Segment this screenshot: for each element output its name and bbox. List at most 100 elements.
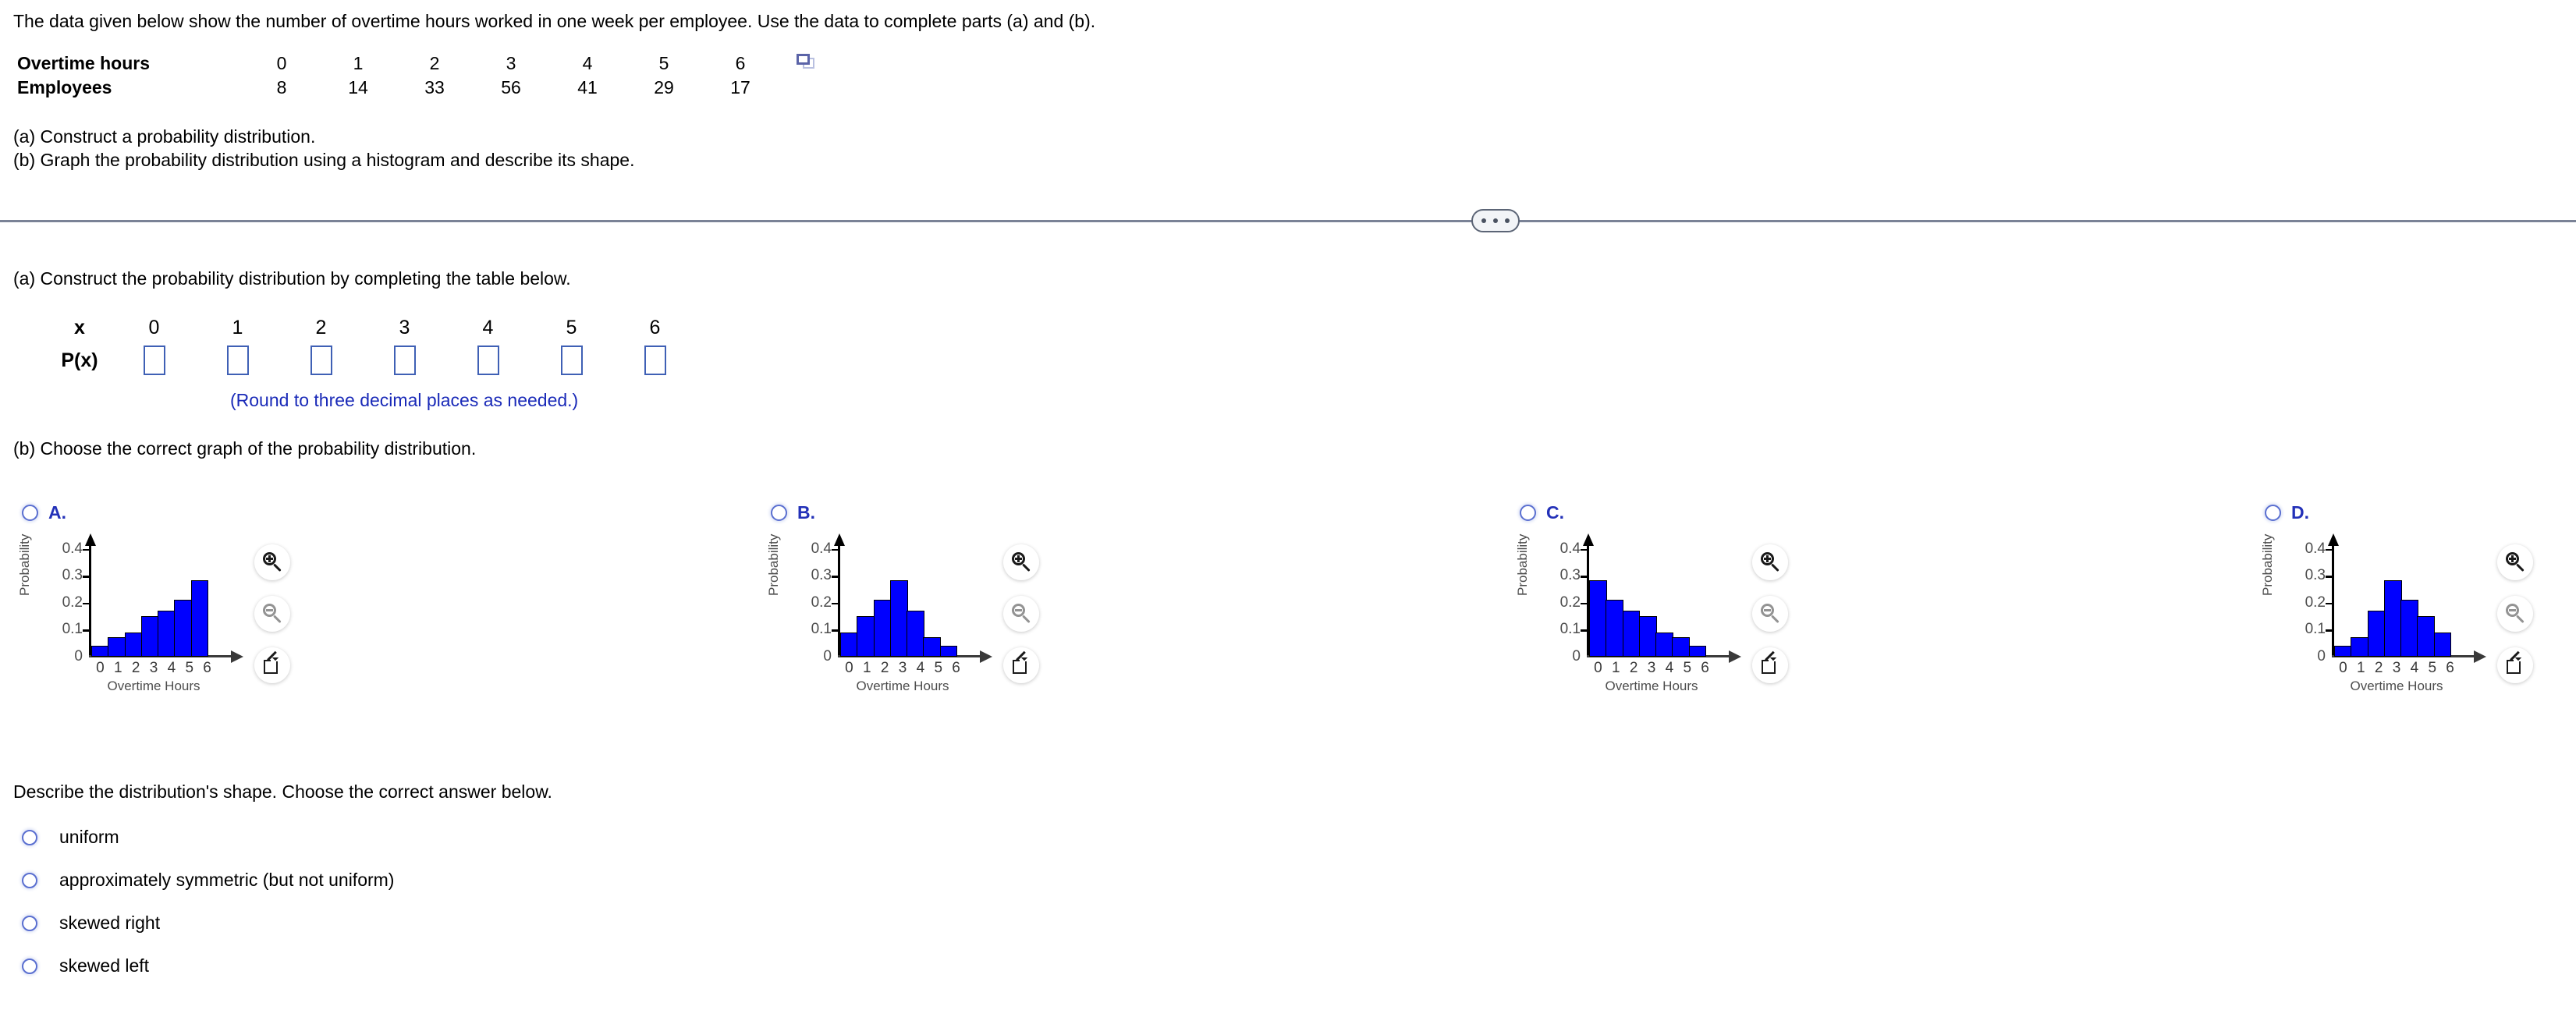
dot-icon <box>1505 218 1510 223</box>
shape-option-3[interactable]: skewed left <box>22 955 149 976</box>
bar-0 <box>2334 646 2352 657</box>
table-row-px: P(x) <box>47 342 697 379</box>
choice-letter-c: C. <box>1546 502 1564 523</box>
zoom-in-button[interactable] <box>254 544 290 580</box>
bar-2 <box>1622 611 1641 657</box>
radio-shape-option-1[interactable] <box>22 872 37 888</box>
zoom-in-button[interactable] <box>1752 544 1788 580</box>
x-tick-label: 2 <box>880 660 889 676</box>
y-tick-label: 0.1 <box>2305 621 2326 638</box>
open-in-new-window-icon <box>2507 650 2525 675</box>
bar-series <box>840 538 965 657</box>
row-label-employees: Employees <box>17 77 112 97</box>
bar-0 <box>840 632 858 657</box>
x-axis-arrow-icon <box>980 650 992 663</box>
radio-choice-c[interactable] <box>1520 505 1536 521</box>
zoom-in-button[interactable] <box>2497 544 2533 580</box>
open-in-new-window-button[interactable] <box>1752 647 1788 683</box>
px-input-6[interactable] <box>644 345 666 375</box>
bar-6 <box>1688 646 1707 657</box>
part-b-prompt: (b) Graph the probability distribution u… <box>13 150 635 171</box>
open-in-new-window-button[interactable] <box>254 647 290 683</box>
employees-value: 17 <box>730 77 750 97</box>
zoom-out-button[interactable] <box>2497 596 2533 632</box>
employees-value: 56 <box>501 77 521 97</box>
y-tick-label: 0.2 <box>1559 594 1581 611</box>
radio-choice-d[interactable] <box>2265 505 2281 521</box>
y-tick-mark <box>832 602 839 605</box>
open-in-new-window-button[interactable] <box>2497 647 2533 683</box>
zoom-in-icon <box>1012 552 1032 572</box>
radio-choice-a[interactable] <box>22 505 38 521</box>
y-axis-ticks: 0 0.1 0.2 0.3 0.4 <box>34 529 83 700</box>
y-tick-label: 0.3 <box>1559 567 1581 584</box>
x-axis-arrow-icon <box>1729 650 1741 663</box>
given-data-table: Overtime hours 0 1 2 3 4 5 6 Employees 8… <box>17 51 833 100</box>
px-input-5[interactable] <box>560 345 583 375</box>
px-input-2[interactable] <box>310 345 332 375</box>
x-tick-label: 2 <box>1629 660 1638 676</box>
y-tick-mark <box>1581 602 1588 605</box>
x-tick-label: 0 <box>1594 660 1602 676</box>
graph-tools <box>1752 544 1796 699</box>
bar-2 <box>873 600 892 657</box>
radio-shape-option-0[interactable] <box>22 829 37 845</box>
employees-value: 33 <box>424 77 445 97</box>
zoom-out-button[interactable] <box>254 596 290 632</box>
px-input-1[interactable] <box>226 345 249 375</box>
choice-header-a: A. <box>22 502 66 523</box>
empty-cell <box>779 76 833 100</box>
y-axis-label: Probability <box>17 533 32 596</box>
x-axis-arrow-icon <box>231 650 243 663</box>
row-label-x: x <box>74 316 85 338</box>
copy-to-spreadsheet-button[interactable] <box>779 51 833 76</box>
shape-question-instruction: Describe the distribution's shape. Choos… <box>13 781 552 802</box>
y-tick-mark <box>832 548 839 551</box>
row-label-overtime-hours: Overtime hours <box>17 53 150 73</box>
choice-header-d: D. <box>2265 502 2309 523</box>
y-tick-mark <box>83 576 90 578</box>
y-tick-label: 0.3 <box>811 567 832 584</box>
overtime-hours-value: 4 <box>582 53 593 73</box>
bar-3 <box>2383 579 2402 657</box>
px-input-0[interactable] <box>143 345 165 375</box>
graph-tools <box>254 544 298 699</box>
radio-choice-b[interactable] <box>771 505 787 521</box>
bar-1 <box>857 616 875 657</box>
table-row-employees: Employees 8 14 33 56 41 29 17 <box>17 76 833 100</box>
px-input-3[interactable] <box>393 345 416 375</box>
y-tick-mark <box>2326 548 2333 551</box>
zoom-in-button[interactable] <box>1003 544 1039 580</box>
employees-value: 8 <box>276 77 287 97</box>
shape-option-2[interactable]: skewed right <box>22 912 160 934</box>
x-axis-ticks: 0123456 <box>2334 660 2459 677</box>
problem-statement: The data given below show the number of … <box>13 11 1096 31</box>
y-axis-ticks: 0 0.1 0.2 0.3 0.4 <box>2277 529 2326 700</box>
row-label-px: P(x) <box>61 349 98 371</box>
x-axis-ticks: 0123456 <box>1589 660 1714 677</box>
choice-header-c: C. <box>1520 502 1564 523</box>
overtime-hours-value: 0 <box>276 53 287 73</box>
open-in-new-window-button[interactable] <box>1003 647 1039 683</box>
x-value: 5 <box>566 316 577 338</box>
choice-header-b: B. <box>771 502 815 523</box>
graph-choice-a: A. Probability 0 0.1 0.2 0.3 0.4 0 1 2 3 4 5 6 Overtim… <box>0 499 749 741</box>
divider-more-button[interactable] <box>1471 209 1520 232</box>
y-tick-label: 0.2 <box>62 594 83 611</box>
x-axis-arrow-icon <box>2474 650 2486 663</box>
zoom-out-button[interactable] <box>1003 596 1039 632</box>
radio-shape-option-2[interactable] <box>22 915 37 931</box>
y-axis-ticks: 0 0.1 0.2 0.3 0.4 <box>1532 529 1581 700</box>
choice-letter-a: A. <box>48 502 66 523</box>
shape-option-0[interactable]: uniform <box>22 827 119 848</box>
histogram-b: Probability 0 0.1 0.2 0.3 0.4 0 1 2 3 4 5 6 Overtime … <box>766 529 1301 732</box>
radio-shape-option-3[interactable] <box>22 958 37 974</box>
px-input-4[interactable] <box>477 345 499 375</box>
y-tick-label: 0.2 <box>811 594 832 611</box>
copy-icon[interactable] <box>797 54 815 69</box>
bar-1 <box>108 636 126 657</box>
zoom-in-icon <box>2506 552 2526 572</box>
shape-option-1[interactable]: approximately symmetric (but not uniform… <box>22 870 394 891</box>
zoom-out-button[interactable] <box>1752 596 1788 632</box>
table-row-x: x 0 1 2 3 4 5 6 <box>47 314 697 342</box>
